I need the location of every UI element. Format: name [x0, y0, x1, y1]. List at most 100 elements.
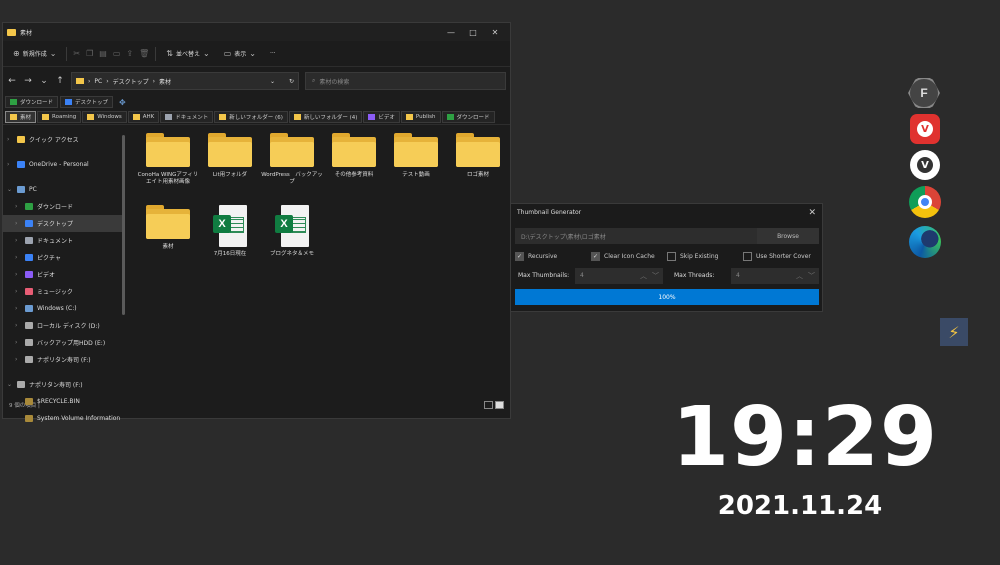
vivaldi-icon[interactable]: V [910, 114, 940, 144]
details-view-button[interactable] [484, 401, 493, 409]
bookmark-chip[interactable]: デスクトップ [60, 96, 114, 108]
sidebar-item[interactable]: › OneDrive - Personal [3, 156, 125, 173]
pin-icon[interactable]: ✥ [119, 98, 126, 107]
chevron-down-icon[interactable]: ⌄ [270, 78, 275, 85]
bookmark-tab[interactable]: Publish [400, 110, 441, 123]
sidebar-item[interactable]: › ピクチャ [3, 249, 125, 266]
file-item[interactable]: X 7月16日現在 [199, 205, 261, 277]
folder-item[interactable]: ロゴ素材 [447, 133, 509, 205]
chevron-icon[interactable]: › [15, 254, 21, 261]
checkbox-icon[interactable] [667, 251, 676, 261]
forward-arrow-icon[interactable]: → [23, 76, 33, 86]
folder-item[interactable]: ConoHa WINGアフィリエイト用素材画像 [137, 133, 199, 205]
bookmark-tab[interactable]: Roaming [37, 110, 82, 123]
sidebar-item[interactable]: › ドキュメント [3, 232, 125, 249]
sidebar-item[interactable]: › ミュージック [3, 283, 125, 300]
sidebar-item[interactable]: › ローカル ディスク (D:) [3, 317, 125, 334]
icon-view-button[interactable] [495, 401, 504, 409]
recent-chevron-icon[interactable]: ⌄ [39, 76, 49, 86]
bookmark-tab[interactable]: 新しいフォルダー (4) [288, 110, 363, 123]
breadcrumb-desktop[interactable]: デスクトップ [113, 77, 149, 86]
up-arrow-icon[interactable]: ↑ [55, 76, 65, 86]
sidebar-item[interactable]: ⌄ ナポリタン寿司 (F:) [3, 376, 125, 393]
chevron-icon[interactable]: ⌄ [7, 381, 13, 388]
chevron-icon[interactable]: › [7, 136, 13, 143]
bookmark-tab[interactable]: AHK [127, 110, 160, 123]
back-arrow-icon[interactable]: ← [7, 76, 17, 86]
path-input[interactable]: D:\デスクトップ\素材\ロゴ素材 [515, 228, 757, 244]
minimize-button[interactable]: — [440, 28, 462, 37]
checkmark-icon[interactable]: ✓ [591, 251, 600, 261]
more-button[interactable]: ··· [266, 48, 280, 59]
bookmark-tab[interactable]: Windows [82, 110, 127, 123]
max-thumbnails-stepper[interactable]: 4 ︿ ﹀ [575, 267, 663, 284]
sidebar-item[interactable]: › ダウンロード [3, 198, 125, 215]
file-item[interactable]: X ブログネタ＆メモ [261, 205, 323, 277]
close-button[interactable]: ✕ [484, 28, 506, 37]
checkmark-icon[interactable]: ✓ [515, 251, 524, 261]
edge-icon[interactable] [909, 226, 941, 258]
bookmark-tab[interactable]: 素材 [5, 110, 37, 123]
sidebar-item[interactable]: › Windows (C:) [3, 300, 125, 317]
refresh-icon[interactable]: ↻ [289, 78, 294, 85]
folder-item[interactable]: テスト動画 [385, 133, 447, 205]
folder-item[interactable]: Lit用フォルダ [199, 133, 261, 205]
chevron-icon[interactable]: › [7, 161, 13, 168]
folder-item[interactable]: WordPress バックアップ [261, 133, 323, 205]
chevron-icon[interactable]: › [15, 271, 21, 278]
chevron-icon[interactable]: › [15, 220, 21, 227]
paste-icon[interactable]: ▤ [99, 49, 107, 58]
chrome-icon[interactable] [909, 186, 941, 218]
bookmark-chip[interactable]: ダウンロード [5, 96, 59, 108]
address-bar[interactable]: › PC › デスクトップ › 素材 ⌄ ↻ [71, 72, 299, 90]
chevron-icon[interactable]: ⌄ [7, 186, 13, 193]
sidebar-item[interactable]: › ビデオ [3, 266, 125, 283]
chevron-icon[interactable]: › [15, 339, 21, 346]
lightning-tile-icon[interactable]: ⚡ [940, 318, 968, 346]
option-checkbox[interactable]: ✓ Recursive [515, 250, 591, 262]
sidebar-item[interactable]: ⌄ PC [3, 181, 125, 198]
chevron-icon[interactable]: › [15, 203, 21, 210]
maximize-button[interactable]: □ [462, 28, 484, 37]
search-input[interactable]: ⌕ 素材の検索 [305, 72, 506, 90]
max-threads-stepper[interactable]: 4 ︿ ﹀ [731, 267, 819, 284]
sidebar-scrollbar[interactable] [122, 135, 125, 315]
delete-icon[interactable]: 🗑 [139, 49, 149, 58]
chevron-icon[interactable]: › [15, 305, 21, 312]
hex-app-icon[interactable]: F [908, 77, 940, 109]
bookmark-tab[interactable]: ダウンロード [441, 110, 495, 123]
chevron-icon[interactable]: › [15, 288, 21, 295]
rename-icon[interactable]: ▭ [113, 49, 121, 58]
breadcrumb-current[interactable]: 素材 [159, 77, 171, 86]
folder-item[interactable]: 素材 [137, 205, 199, 277]
breadcrumb-pc[interactable]: PC [94, 78, 102, 85]
bookmark-tab[interactable]: ドキュメント [160, 110, 214, 123]
chevron-icon[interactable]: › [15, 356, 21, 363]
sort-button[interactable]: ⇅ 並べ替え ⌄ [162, 47, 213, 60]
sidebar-item[interactable]: › クイック アクセス [3, 131, 125, 148]
option-checkbox[interactable]: Use Shorter Cover [743, 250, 819, 262]
sidebar-item[interactable]: › ナポリタン寿司 (F:) [3, 351, 125, 368]
share-icon[interactable]: ⇪ [126, 49, 133, 58]
down-chevron-icon[interactable]: ﹀ [652, 271, 659, 281]
cut-icon[interactable]: ✂ [73, 49, 80, 58]
sidebar-item[interactable]: System Volume Information [3, 410, 125, 427]
sidebar-item[interactable]: › バックアップ用HDD (E:) [3, 334, 125, 351]
sidebar-item[interactable]: › デスクトップ [3, 215, 125, 232]
sidebar-item[interactable]: $RECYCLE.BIN [3, 393, 125, 410]
bookmark-tab[interactable]: 新しいフォルダー (6) [214, 110, 288, 123]
bookmark-tab[interactable]: ビデオ [363, 110, 400, 123]
chevron-icon[interactable]: › [15, 237, 21, 244]
down-chevron-icon[interactable]: ﹀ [808, 271, 815, 281]
up-chevron-icon[interactable]: ︿ [640, 271, 647, 281]
chevron-icon[interactable]: › [15, 322, 21, 329]
view-button[interactable]: ▭ 表示 ⌄ [220, 47, 260, 60]
browse-button[interactable]: Browse [757, 228, 819, 244]
option-checkbox[interactable]: ✓ Clear Icon Cache [591, 250, 667, 262]
folder-item[interactable]: その他参考資料 [323, 133, 385, 205]
checkbox-icon[interactable] [743, 251, 752, 261]
new-button[interactable]: ⊕ 新規作成 ⌄ [9, 47, 60, 60]
vivaldi-icon[interactable]: V [910, 150, 940, 180]
copy-icon[interactable]: ❐ [86, 49, 93, 58]
up-chevron-icon[interactable]: ︿ [796, 271, 803, 281]
